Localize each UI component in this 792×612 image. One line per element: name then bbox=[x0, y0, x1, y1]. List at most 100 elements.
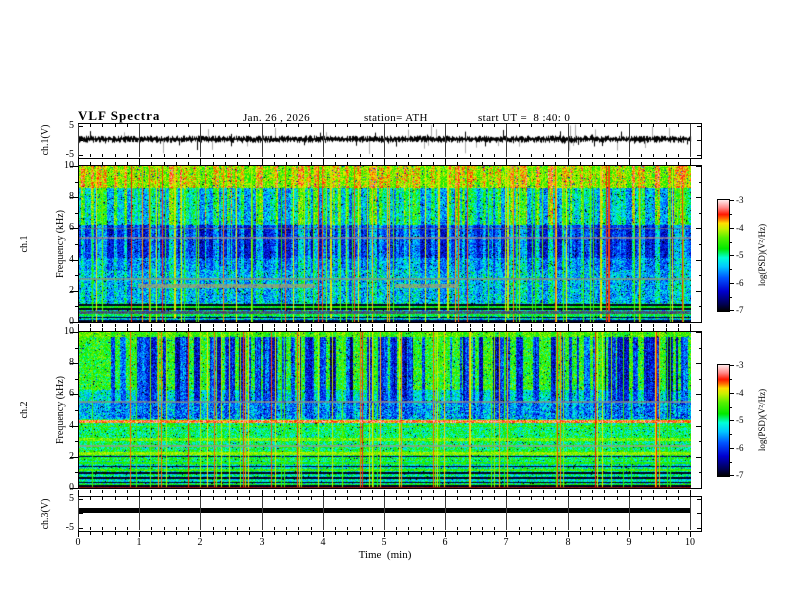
minute-gridline bbox=[445, 124, 446, 157]
tick-mark bbox=[433, 490, 434, 493]
tick-mark bbox=[78, 159, 79, 165]
tick-mark bbox=[102, 532, 103, 535]
tick-mark bbox=[75, 472, 78, 473]
tick-mark bbox=[653, 324, 654, 327]
colorbar-tick bbox=[730, 242, 732, 243]
tick-mark bbox=[188, 497, 189, 500]
tick-mark bbox=[457, 162, 458, 165]
tick-mark bbox=[286, 124, 287, 127]
tick-mark bbox=[494, 532, 495, 535]
tick-mark bbox=[79, 126, 83, 127]
x-tick-label: 5 bbox=[381, 537, 387, 548]
tick-mark bbox=[519, 154, 520, 157]
tick-mark bbox=[249, 497, 250, 500]
x-tick-label: 8 bbox=[565, 537, 571, 548]
tick-mark bbox=[127, 527, 128, 530]
tick-mark bbox=[188, 328, 189, 331]
y-tick-label: 5 bbox=[69, 493, 74, 504]
tick-mark bbox=[555, 154, 556, 157]
colorbar-tick bbox=[730, 310, 734, 311]
tick-mark bbox=[470, 328, 471, 331]
tick-mark bbox=[188, 162, 189, 165]
tick-mark bbox=[482, 124, 483, 127]
y-tick-label: 5 bbox=[69, 120, 74, 131]
tick-mark bbox=[592, 154, 593, 157]
tick-mark bbox=[408, 527, 409, 530]
tick-mark bbox=[531, 124, 532, 127]
tick-mark bbox=[519, 497, 520, 500]
tick-mark bbox=[604, 497, 605, 500]
minute-gridline bbox=[690, 124, 691, 157]
tick-mark bbox=[543, 490, 544, 493]
tick-mark bbox=[604, 490, 605, 493]
tick-mark bbox=[225, 324, 226, 327]
tick-mark bbox=[543, 328, 544, 331]
colorbar-tick-label: -6 bbox=[736, 278, 744, 288]
tick-mark bbox=[408, 324, 409, 327]
y-tick-label: 6 bbox=[69, 388, 74, 399]
tick-mark bbox=[396, 124, 397, 127]
tick-mark bbox=[396, 162, 397, 165]
colorbar-tick-label: -4 bbox=[736, 223, 744, 233]
tick-mark bbox=[384, 159, 385, 165]
tick-mark bbox=[102, 324, 103, 327]
tick-mark bbox=[617, 490, 618, 493]
tick-mark bbox=[372, 124, 373, 127]
tick-mark bbox=[696, 291, 702, 292]
tick-mark bbox=[262, 159, 263, 165]
tick-mark bbox=[494, 154, 495, 157]
tick-mark bbox=[274, 490, 275, 493]
tick-mark bbox=[311, 527, 312, 530]
tick-mark bbox=[347, 162, 348, 165]
y-tick-label: 10 bbox=[64, 326, 74, 337]
tick-mark bbox=[311, 162, 312, 165]
tick-mark bbox=[213, 497, 214, 500]
tick-mark bbox=[641, 490, 642, 493]
tick-mark bbox=[568, 490, 569, 496]
tick-mark bbox=[617, 324, 618, 327]
tick-mark bbox=[396, 324, 397, 327]
tick-mark bbox=[641, 532, 642, 535]
tick-mark bbox=[641, 124, 642, 127]
tick-mark bbox=[237, 497, 238, 500]
tick-mark bbox=[102, 154, 103, 157]
tick-mark bbox=[164, 324, 165, 327]
colorbar-tick bbox=[730, 448, 734, 449]
tick-mark bbox=[531, 497, 532, 500]
ch3-flat-trace bbox=[79, 508, 691, 513]
tick-mark bbox=[519, 162, 520, 165]
minute-gridline bbox=[200, 497, 201, 530]
tick-mark bbox=[372, 532, 373, 535]
tick-mark bbox=[678, 124, 679, 127]
tick-mark bbox=[115, 497, 116, 500]
tick-mark bbox=[543, 497, 544, 500]
tick-mark bbox=[347, 324, 348, 327]
tick-mark bbox=[421, 328, 422, 331]
tick-mark bbox=[699, 472, 702, 473]
tick-mark bbox=[102, 497, 103, 500]
y-tick-label: 6 bbox=[69, 222, 74, 233]
tick-mark bbox=[188, 490, 189, 493]
tick-mark bbox=[421, 162, 422, 165]
tick-mark bbox=[408, 154, 409, 157]
tick-mark bbox=[347, 532, 348, 535]
tick-mark bbox=[151, 328, 152, 331]
tick-mark bbox=[592, 490, 593, 493]
tick-mark bbox=[580, 124, 581, 127]
tick-mark bbox=[286, 532, 287, 535]
tick-mark bbox=[555, 532, 556, 535]
tick-mark bbox=[568, 326, 569, 331]
tick-mark bbox=[298, 154, 299, 157]
tick-mark bbox=[200, 326, 201, 331]
tick-mark bbox=[360, 532, 361, 535]
colorbar-tick bbox=[730, 475, 734, 476]
tick-mark bbox=[335, 124, 336, 127]
tick-mark bbox=[286, 154, 287, 157]
x-tick-label: 0 bbox=[75, 537, 81, 548]
tick-mark bbox=[433, 162, 434, 165]
tick-mark bbox=[237, 154, 238, 157]
tick-mark bbox=[75, 441, 78, 442]
tick-mark bbox=[164, 532, 165, 535]
tick-mark bbox=[213, 162, 214, 165]
tick-mark bbox=[360, 162, 361, 165]
